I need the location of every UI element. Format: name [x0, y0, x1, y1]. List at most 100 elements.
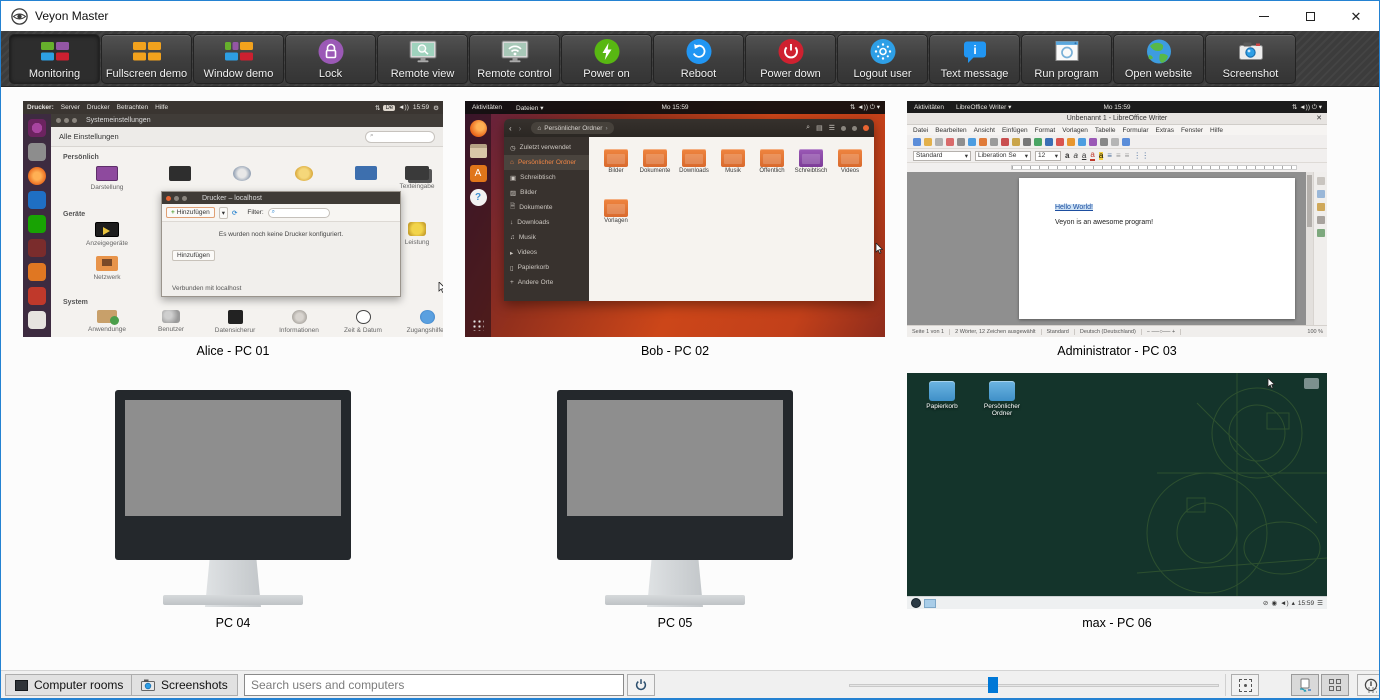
toolbar-button-screenshot[interactable]: Screenshot — [1205, 34, 1296, 84]
settings-item: Anwendunge — [79, 310, 135, 333]
close-button[interactable]: ✕ — [1333, 1, 1379, 31]
vertical-scrollbar — [1306, 172, 1313, 325]
toolbar-button-remote-view[interactable]: Remote view — [377, 34, 468, 84]
custom-arrangement-button[interactable] — [1291, 674, 1319, 696]
toolbar-button-remote-control[interactable]: Remote control — [469, 34, 560, 84]
computer-rooms-label: Computer rooms — [34, 678, 123, 692]
files-content: Bilder Dokumente Downloads Musik Öffentl… — [589, 137, 874, 301]
paragraph-style-combo: Standard▾ — [913, 151, 971, 161]
settings-item: Datensicherur — [207, 310, 263, 334]
bold-icon: a — [1065, 151, 1069, 160]
thumbnail-size-slider[interactable] — [849, 677, 1219, 693]
window-button-icon — [64, 118, 69, 123]
details-icon — [292, 310, 307, 324]
sidebar-item: ▯Papierkorb — [504, 260, 589, 275]
grid-layout-button[interactable] — [1321, 674, 1349, 696]
toolbar-button-lock[interactable]: Lock — [285, 34, 376, 84]
computer-item-pc03[interactable]: Aktivitäten LibreOffice Writer ▾ Mo 15:5… — [907, 101, 1327, 358]
align-center-icon: ≡ — [1116, 151, 1121, 160]
monitor-base-icon — [605, 595, 745, 605]
remote-menu-item: Server — [61, 104, 80, 111]
document-text-selected: Hello World! — [1055, 204, 1093, 211]
sidebar-item: ▣Schreibtisch — [504, 170, 589, 185]
remote-clock: Mo 15:59 — [661, 104, 688, 111]
close-dot-icon — [863, 125, 869, 131]
search-input[interactable] — [244, 674, 624, 696]
thumbnail-size-slider-handle[interactable] — [988, 677, 998, 693]
computer-item-pc01[interactable]: Drucker: Server Drucker Betrachten Hilfe… — [23, 101, 443, 358]
status-tray-icons: ⇅ ◄)) ⏻ ▾ — [1292, 103, 1322, 112]
toolbar-button-window-demo[interactable]: Window demo — [193, 34, 284, 84]
applications-icon — [97, 310, 117, 323]
close-icon: ✕ — [1316, 113, 1322, 125]
status-segment: Seite 1 von 1 — [907, 329, 950, 335]
power-filter-button[interactable] — [627, 674, 655, 696]
remote-toolbar-icon — [935, 138, 943, 146]
forward-icon: › — [519, 124, 522, 133]
toolbar-button-power-on[interactable]: Power on — [561, 34, 652, 84]
auto-fit-button[interactable] — [1231, 674, 1259, 696]
remote-toolbar-icon — [1056, 138, 1064, 146]
highlight-color-icon: a — [1099, 152, 1103, 160]
settings-item-label: Informationen — [279, 327, 319, 334]
toolbar-button-logout-user[interactable]: Logout user — [837, 34, 928, 84]
computer-item-pc06[interactable]: Papierkorb Persönlicher Ordner ⊘ ◉ ◄) ▴ — [907, 373, 1327, 630]
minimize-button[interactable] — [1241, 1, 1287, 31]
activities-button: Aktivitäten — [472, 104, 502, 111]
remote-topbar: Aktivitäten LibreOffice Writer ▾ Mo 15:5… — [907, 101, 1327, 113]
toolbar-button-run-program[interactable]: Run program — [1021, 34, 1112, 84]
toolbar-button-reboot[interactable]: Reboot — [653, 34, 744, 84]
folder-item: Bilder — [597, 149, 635, 175]
computer-thumbnail-pc01: Drucker: Server Drucker Betrachten Hilfe… — [23, 101, 443, 337]
app-menu: LibreOffice Writer ▾ — [956, 103, 1011, 111]
display-settings-icon — [96, 166, 118, 181]
folder-item: Dokumente — [636, 149, 674, 175]
toolbar-button-text-message[interactable]: i Text message — [929, 34, 1020, 84]
main-toolbar: Monitoring Fullscreen demo Window demo — [1, 31, 1379, 87]
tray-icon: ☰ — [1317, 599, 1323, 607]
software-icon: A — [470, 165, 487, 182]
trash-icon: ▯ — [510, 264, 514, 272]
toolbar-button-monitoring[interactable]: Monitoring — [9, 34, 100, 84]
minimize-icon — [1259, 16, 1269, 17]
location-breadcrumb: ⌂ Persönlicher Ordner › — [531, 122, 613, 134]
computer-thumbnail-pc06: Papierkorb Persönlicher Ordner ⊘ ◉ ◄) ▴ — [907, 373, 1327, 609]
screenshots-button[interactable]: Screenshots — [131, 674, 238, 696]
power-down-icon — [776, 37, 806, 67]
downloads-icon: ↓ — [510, 219, 513, 226]
settings-section-label: System — [63, 299, 88, 306]
remote-topbar: Aktivitäten Dateien ▾ Mo 15:59 ⇅ ◄)) ⏻ ▾ — [465, 101, 885, 114]
network-settings-icon — [96, 256, 118, 271]
toolbar-button-fullscreen-demo[interactable]: Fullscreen demo — [101, 34, 192, 84]
files-icon — [470, 144, 487, 158]
app-icon — [28, 143, 46, 161]
taskbar-clock: 15:59 — [1298, 600, 1314, 607]
media-icon — [233, 166, 251, 181]
settings-search-field: ⌕ — [365, 131, 435, 143]
computer-item-pc05[interactable]: PC 05 — [465, 373, 885, 630]
sidebar-item: ▸Videos — [504, 245, 589, 260]
grid-icon — [1329, 679, 1341, 691]
settings-window: Systemeinstellungen Alle Einstellungen ⌕… — [51, 114, 443, 337]
app-icon — [28, 167, 46, 185]
computer-rooms-button[interactable]: Computer rooms — [5, 674, 133, 696]
writer-format-toolbar: Standard▾ Liberation Se▾ 12▾ a a a a a ≡… — [907, 149, 1327, 163]
settings-item-label: Anzeigegeräte — [86, 240, 128, 247]
computer-item-pc02[interactable]: Aktivitäten Dateien ▾ Mo 15:59 ⇅ ◄)) ⏻ ▾… — [465, 101, 885, 358]
toolbar-button-open-website[interactable]: Open website — [1113, 34, 1204, 84]
toolbar-button-power-down[interactable]: Power down — [745, 34, 836, 84]
settings-section-label: Persönlich — [63, 154, 99, 161]
keyboard-layout-badge: De — [383, 105, 395, 111]
settings-titlebar: Systemeinstellungen — [51, 114, 443, 127]
sidebar-item: ▨Bilder — [504, 185, 589, 200]
caret-up-icon: ▴ — [1292, 599, 1295, 607]
window-button-icon — [174, 196, 179, 201]
monitor-frame-icon — [557, 390, 793, 560]
time-date-icon — [356, 310, 371, 324]
computer-item-pc04[interactable]: PC 04 — [23, 373, 443, 630]
folder-icon — [799, 149, 823, 167]
maximize-button[interactable] — [1287, 1, 1333, 31]
resize-grip[interactable] — [1367, 686, 1377, 696]
printer-dialog-title: Drucker – localhost — [202, 195, 262, 202]
folder-icon — [838, 149, 862, 167]
